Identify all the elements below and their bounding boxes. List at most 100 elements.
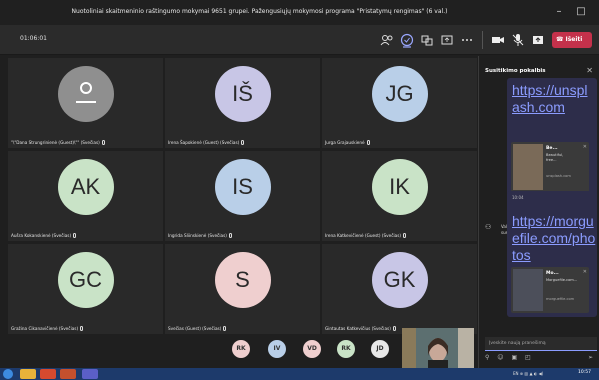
send-button[interactable]: ➢ <box>588 354 593 361</box>
share-icon[interactable] <box>439 32 455 48</box>
participant-tile[interactable]: IŠ Irena Šapokienė (Guest) (Svečias) <box>165 58 320 148</box>
meeting-toolbar: 01:06:01 ☎ Išeiti <box>0 25 599 55</box>
mic-icon <box>223 326 227 331</box>
chat-message: https://unsplash.com Be... Beautiful, fr… <box>507 78 597 196</box>
overflow-participant-avatar[interactable]: VD <box>303 340 321 358</box>
participant-name-text: Gintautas Katkevičius (Svečias) <box>325 325 391 331</box>
overflow-participant-avatar[interactable]: RK <box>337 340 355 358</box>
participants-icon[interactable] <box>379 32 395 48</box>
overflow-participant-avatar[interactable]: RK <box>232 340 250 358</box>
participant-avatar: GK <box>371 252 428 308</box>
chat-message: 10:04 https://morguefile.com/photos Mo..… <box>507 191 597 317</box>
phone-hangup-icon: ☎ <box>556 36 564 43</box>
taskbar-clock: 10:57 <box>578 370 591 375</box>
participant-avatar: IK <box>371 159 428 215</box>
mic-icon <box>73 233 77 238</box>
mic-icon <box>366 140 370 145</box>
meeting-timer: 01:06:01 <box>20 35 47 42</box>
windows-taskbar: EN ⊕ ▥ ▲ ◐ ◀) 10:57 <box>0 368 599 380</box>
preview-title: Be... <box>546 146 558 151</box>
share-tray-icon[interactable] <box>530 32 546 48</box>
mic-icon <box>241 140 245 145</box>
system-tray[interactable]: EN ⊕ ▥ ▲ ◐ ◀) <box>513 371 573 377</box>
participant-name: Aušra Kokanskienė (Svečias) <box>11 232 77 238</box>
message-link[interactable]: https://morguefile.com/photos <box>512 213 596 264</box>
mic-icon[interactable] <box>510 32 526 48</box>
overflow-participant-avatar[interactable]: JD <box>371 340 389 358</box>
compose-message-input[interactable]: Įveskite naują pranešimą <box>485 337 597 351</box>
leave-label: Išeiti <box>565 36 583 43</box>
powerpoint-app[interactable] <box>60 369 76 379</box>
participant-tile[interactable]: JG Jurga Grajauskienė <box>322 58 477 148</box>
video-grid: "\"Dana Strungrinienė (Guest)\"" (Svečia… <box>8 58 478 334</box>
preview-site: morguefile.com <box>546 297 575 301</box>
close-chat-button[interactable]: ✕ <box>586 66 593 75</box>
mic-icon <box>392 326 396 331</box>
teams-app[interactable] <box>82 369 98 379</box>
participant-name: Gražina Cikanavičienė (Svečias) <box>11 325 84 331</box>
participant-avatar: IS <box>214 159 271 215</box>
participant-name-text: Irena Katkevičienė (Guest) (Svečias) <box>325 232 402 238</box>
breakout-icon[interactable] <box>419 32 435 48</box>
chat-title: Susitikimo pokalbis <box>485 68 546 74</box>
participant-avatar: IŠ <box>214 66 271 122</box>
file-explorer-app[interactable] <box>20 369 36 379</box>
preview-title: Mo... <box>546 271 559 276</box>
preview-close-icon[interactable]: ✕ <box>583 144 587 150</box>
participant-avatar: JG <box>371 66 428 122</box>
participant-name-text: Irena Šapokienė (Guest) (Svečias) <box>168 139 240 145</box>
preview-description: Beautiful, free... <box>546 153 564 162</box>
leave-button[interactable]: ☎ Išeiti <box>552 32 592 48</box>
mic-icon <box>228 233 232 238</box>
chat-icon[interactable] <box>399 32 415 48</box>
chrome-app[interactable] <box>40 369 56 379</box>
more-icon[interactable] <box>459 32 475 48</box>
participant-tile[interactable]: AK Aušra Kokanskienė (Svečias) <box>8 151 163 241</box>
participant-avatar: AK <box>57 159 114 215</box>
participant-avatar: S <box>214 252 271 308</box>
participant-name: Ingrida Sliinskienė (Svečias) <box>168 233 232 238</box>
participant-name-text: "\"Dana Strungrinienė (Guest)\"" (Svečia… <box>11 139 100 145</box>
participant-name: Jurga Grajauskienė <box>325 139 370 145</box>
participant-tile[interactable]: GC Gražina Cikanavičienė (Svečias) <box>8 244 163 334</box>
participant-tile[interactable]: IK Irena Katkevičienė (Guest) (Svečias) <box>322 151 477 241</box>
preview-thumbnail <box>513 269 543 311</box>
preview-close-icon[interactable]: ✕ <box>583 269 587 275</box>
mic-icon <box>403 233 407 238</box>
participant-name: Irena Šapokienė (Guest) (Svečias) <box>168 139 245 145</box>
participant-tile[interactable]: "\"Dana Strungrinienė (Guest)\"" (Svečia… <box>8 58 163 148</box>
person-joined-icon: ⚇ <box>485 223 492 231</box>
minimize-button[interactable]: – <box>552 5 566 19</box>
window-title: Nuotoliniai skaitmeninio raštingumo moky… <box>71 8 448 15</box>
participant-name: Svečias (Guest) (Svečias) <box>168 325 227 331</box>
participant-name: Gintautas Katkevičius (Svečias) <box>325 325 396 331</box>
start-button[interactable] <box>3 369 13 379</box>
self-view-video[interactable] <box>402 328 474 368</box>
mic-icon <box>80 326 84 331</box>
chat-panel: Susitikimo pokalbis ✕ https://unsplash.c… <box>478 56 599 368</box>
participant-avatar: GC <box>57 252 114 308</box>
participant-tile[interactable]: GK Gintautas Katkevičius (Svečias) <box>322 244 477 334</box>
overflow-participant-avatar[interactable]: IV <box>268 340 286 358</box>
link-preview-card[interactable]: Mo... Morguefile.com... morguefile.com ✕ <box>511 267 589 313</box>
participant-name-text: Aušra Kokanskienė (Svečias) <box>11 232 72 238</box>
compose-tools[interactable]: ⚲ ☺ ▣ ◰ <box>485 354 534 364</box>
mic-icon <box>101 140 105 145</box>
preview-thumbnail <box>513 144 543 190</box>
toolbar-divider <box>482 31 483 49</box>
participant-name-text: Jurga Grajauskienė <box>325 139 365 145</box>
participant-avatar <box>57 66 114 122</box>
camera-icon[interactable] <box>490 32 506 48</box>
participant-tile[interactable]: IS Ingrida Sliinskienė (Svečias) <box>165 151 320 241</box>
message-link[interactable]: https://unsplash.com <box>512 82 590 116</box>
preview-site: unsplash.com <box>546 174 571 178</box>
preview-description: Morguefile.com... <box>546 278 578 282</box>
participant-name-text: Gražina Cikanavičienė (Svečias) <box>11 325 79 331</box>
participant-name: Irena Katkevičienė (Guest) (Svečias) <box>325 232 407 238</box>
maximize-button[interactable]: □ <box>574 5 588 19</box>
link-preview-card[interactable]: Be... Beautiful, free... unsplash.com ✕ <box>511 142 589 192</box>
teams-meeting-window: Nuotoliniai skaitmeninio raštingumo moky… <box>0 0 599 380</box>
participant-tile[interactable]: S Svečias (Guest) (Svečias) <box>165 244 320 334</box>
title-bar: Nuotoliniai skaitmeninio raštingumo moky… <box>0 0 599 25</box>
participant-name-text: Svečias (Guest) (Svečias) <box>168 325 222 331</box>
